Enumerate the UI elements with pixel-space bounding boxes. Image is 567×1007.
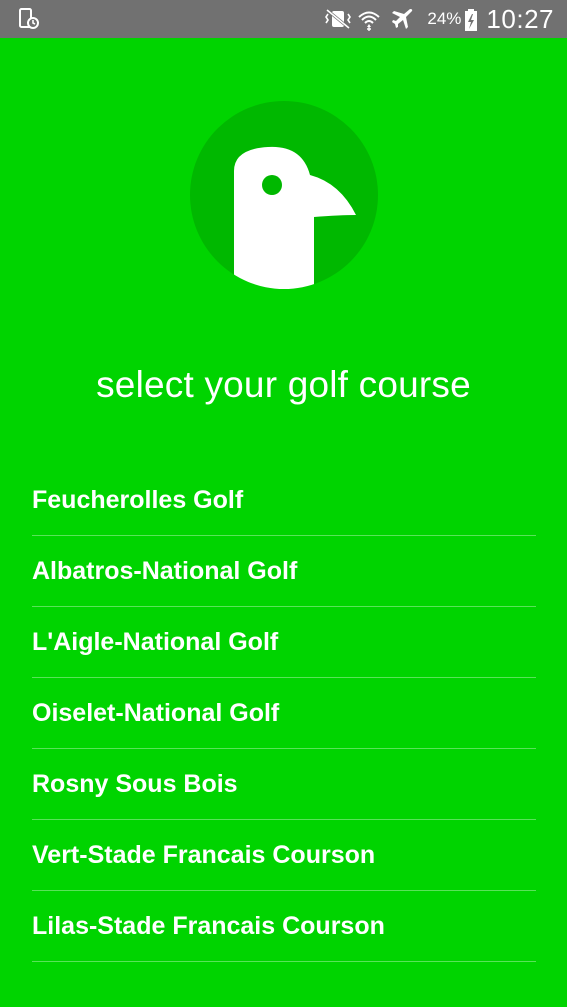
battery-charging-icon (464, 8, 478, 31)
vibrate-icon (323, 8, 352, 30)
list-item-golf-course[interactable]: Oiselet-National Golf (32, 678, 536, 749)
bird-logo-icon (234, 146, 356, 289)
airplane-icon (391, 8, 417, 30)
list-item-golf-course[interactable]: L'Aigle-National Golf (32, 607, 536, 678)
list-item-golf-course[interactable]: Albatros-National Golf (32, 536, 536, 607)
status-bar: 24% 10:27 (0, 0, 567, 38)
list-item-golf-course[interactable]: Feucherolles Golf (32, 465, 536, 536)
page-title: select your golf course (96, 364, 471, 405)
list-item-golf-course[interactable]: Rosny Sous Bois (32, 749, 536, 820)
list-item-golf-course[interactable]: Vert-Stade Francais Courson (32, 820, 536, 891)
battery-percent: 24% (427, 9, 462, 28)
golf-course-list: Feucherolles Golf Albatros-National Golf… (32, 465, 536, 962)
app-logo (190, 101, 378, 289)
status-icons: 24% 10:27 (315, 0, 554, 38)
list-item-golf-course[interactable]: Lilas-Stade Francais Courson (32, 891, 536, 962)
clock-time: 10:27 (486, 3, 554, 34)
wifi-icon (357, 8, 383, 31)
screenshot-icon (18, 8, 40, 30)
